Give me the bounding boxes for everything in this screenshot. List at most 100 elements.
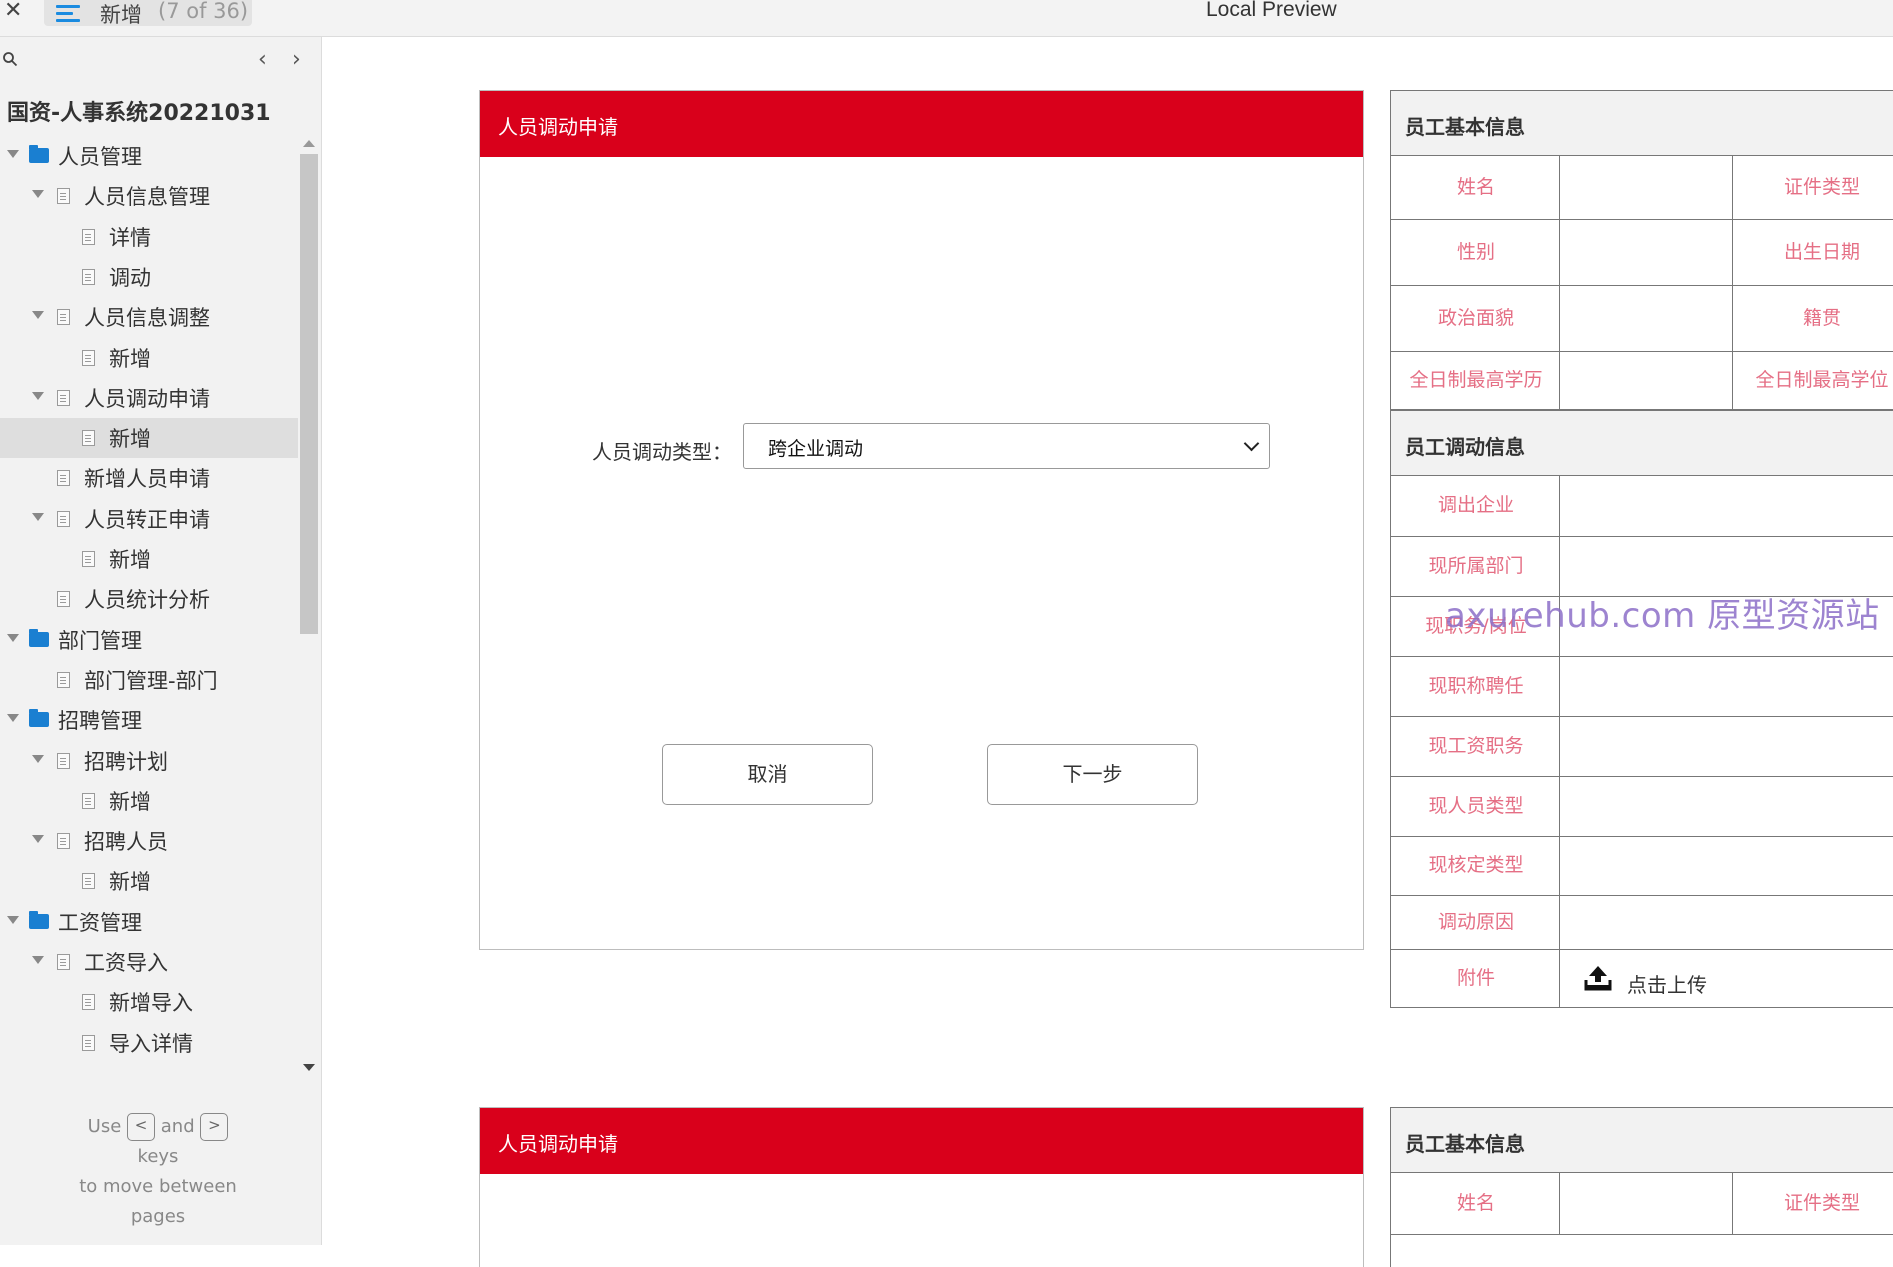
- close-icon[interactable]: ✕: [4, 0, 22, 23]
- second-form-panel: 人员调动申请: [479, 1107, 1364, 1267]
- scroll-up-arrow[interactable]: [303, 140, 315, 147]
- second-info-table: 员工基本信息 姓名 证件类型: [1390, 1107, 1893, 1267]
- second-form-header: 人员调动申请: [480, 1108, 1363, 1174]
- tree-item[interactable]: 新增: [0, 539, 298, 579]
- tree-item-label: 新增: [109, 347, 151, 371]
- caret-down-icon[interactable]: [32, 755, 44, 763]
- transfer-type-select[interactable]: 跨企业调动: [743, 423, 1270, 469]
- tree-item[interactable]: 招聘管理: [0, 700, 298, 740]
- tree-item-label: 人员统计分析: [84, 588, 210, 612]
- basic-info-header: 员工基本信息: [1391, 90, 1893, 156]
- search-icon[interactable]: [2, 51, 18, 67]
- caret-down-icon[interactable]: [7, 634, 19, 642]
- page-icon: [82, 793, 95, 809]
- tree-item[interactable]: 人员统计分析: [0, 579, 298, 619]
- tree-item[interactable]: 新增: [0, 861, 298, 901]
- caret-down-icon[interactable]: [7, 150, 19, 158]
- transfer-info-value[interactable]: [1559, 777, 1893, 837]
- app-title: Local Preview: [1206, 0, 1337, 21]
- cancel-button[interactable]: 取消: [662, 744, 873, 805]
- tree-item[interactable]: 新增: [0, 781, 298, 821]
- page-tree: 人员管理 人员信息管理 详情 调动 人员信息调整 新增 人员调动申请 新增 新增人员申请 人员转正…: [0, 136, 298, 1066]
- tree-item[interactable]: 招聘人员: [0, 821, 298, 861]
- tree-item[interactable]: 人员信息管理: [0, 176, 298, 216]
- transfer-info-value[interactable]: [1559, 476, 1893, 537]
- second-info-label-id-type: 证件类型: [1732, 1173, 1893, 1235]
- folder-icon: [29, 629, 49, 647]
- basic-info-label: 全日制最高学位: [1732, 352, 1893, 410]
- scroll-thumb[interactable]: [300, 154, 318, 634]
- tree-item-label: 部门管理-部门: [84, 669, 218, 693]
- form-title: 人员调动申请: [498, 115, 618, 139]
- page-icon: [57, 672, 70, 688]
- transfer-info-value[interactable]: [1559, 837, 1893, 896]
- next-step-button[interactable]: 下一步: [987, 744, 1198, 805]
- tree-item[interactable]: 招聘计划: [0, 741, 298, 781]
- previous-page-button[interactable]: ‹: [258, 47, 267, 72]
- tree-item-label: 新增: [109, 427, 151, 451]
- page-icon: [82, 430, 95, 446]
- tree-item[interactable]: 我的工资: [0, 1063, 298, 1066]
- transfer-type-label: 人员调动类型：: [592, 440, 732, 464]
- tree-item[interactable]: 新增: [0, 338, 298, 378]
- transfer-form-panel: 人员调动申请 人员调动类型： 跨企业调动 取消 下一步: [479, 90, 1364, 950]
- caret-down-icon[interactable]: [32, 956, 44, 964]
- caret-down-icon[interactable]: [32, 392, 44, 400]
- current-page-tab[interactable]: 新增 (7 of 36): [44, 0, 252, 27]
- transfer-info-value[interactable]: [1559, 657, 1893, 717]
- transfer-info-title: 员工调动信息: [1405, 435, 1525, 459]
- caret-down-icon[interactable]: [32, 190, 44, 198]
- tree-item-label: 工资导入: [84, 951, 168, 975]
- sidebar: ‹ › 国资-人事系统20221031 人员管理 人员信息管理 详情 调动 人员信息调整…: [0, 37, 322, 1245]
- tree-item[interactable]: 调动: [0, 257, 298, 297]
- page-counter: (7 of 36): [158, 0, 249, 23]
- tree-item-label: 新增导入: [109, 991, 193, 1015]
- tree-item[interactable]: 新增人员申请: [0, 458, 298, 498]
- page-icon: [57, 470, 70, 486]
- folder-icon: [29, 911, 49, 929]
- hint-line2: to move between: [79, 1176, 237, 1197]
- tree-item-label: 详情: [109, 226, 151, 250]
- tree-item[interactable]: 人员管理: [0, 136, 298, 176]
- prev-key-icon: <: [127, 1113, 156, 1141]
- transfer-info-label: 现核定类型: [1391, 837, 1561, 896]
- tree-item[interactable]: 详情: [0, 217, 298, 257]
- next-page-button[interactable]: ›: [292, 47, 301, 72]
- caret-down-icon[interactable]: [32, 311, 44, 319]
- page-icon: [82, 994, 95, 1010]
- page-icon: [82, 229, 95, 245]
- tree-item-label: 人员信息调整: [84, 306, 210, 330]
- tree-item[interactable]: 导入详情: [0, 1023, 298, 1063]
- upload-link[interactable]: 点击上传: [1627, 969, 1707, 998]
- caret-down-icon[interactable]: [7, 714, 19, 722]
- form-header: 人员调动申请: [480, 91, 1363, 157]
- second-basic-info-title: 员工基本信息: [1405, 1132, 1525, 1156]
- page-icon: [57, 591, 70, 607]
- tree-item-label: 招聘人员: [84, 830, 168, 854]
- tree-item[interactable]: 人员调动申请: [0, 378, 298, 418]
- tree-item[interactable]: 工资管理: [0, 902, 298, 942]
- tree-item[interactable]: 部门管理-部门: [0, 660, 298, 700]
- page-icon: [82, 551, 95, 567]
- page-icon: [82, 873, 95, 889]
- caret-down-icon[interactable]: [7, 916, 19, 924]
- chevron-down-icon: [1243, 435, 1260, 452]
- caret-down-icon[interactable]: [32, 835, 44, 843]
- upload-icon[interactable]: [1583, 964, 1613, 992]
- menu-icon[interactable]: [56, 3, 80, 23]
- basic-info-label: 全日制最高学历: [1391, 352, 1561, 410]
- transfer-info-header: 员工调动信息: [1391, 410, 1893, 476]
- tree-item[interactable]: 工资导入: [0, 942, 298, 982]
- scroll-down-arrow[interactable]: [303, 1064, 315, 1071]
- tree-item[interactable]: 新增导入: [0, 982, 298, 1022]
- sidebar-scrollbar[interactable]: [298, 136, 320, 1071]
- transfer-info-value[interactable]: [1559, 717, 1893, 777]
- caret-down-icon[interactable]: [32, 513, 44, 521]
- tree-item[interactable]: 人员转正申请: [0, 499, 298, 539]
- tree-item[interactable]: 人员信息调整: [0, 297, 298, 337]
- transfer-info-value[interactable]: [1559, 896, 1893, 950]
- hint-use: Use: [87, 1116, 122, 1137]
- hint-keys: keys: [137, 1146, 179, 1167]
- tree-item[interactable]: 新增: [0, 418, 298, 458]
- tree-item[interactable]: 部门管理: [0, 620, 298, 660]
